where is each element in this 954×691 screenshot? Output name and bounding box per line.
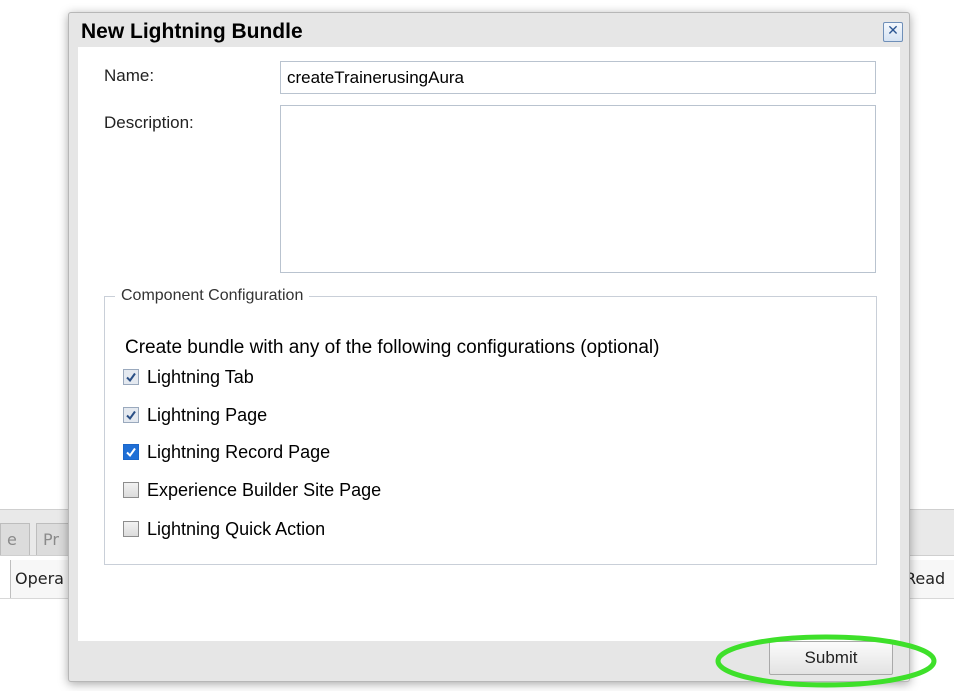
lightning-record-page-checkbox[interactable] bbox=[123, 444, 139, 460]
description-label: Description: bbox=[104, 113, 194, 132]
checkmark-icon bbox=[126, 447, 136, 458]
background-cell-text: Opera bbox=[15, 569, 64, 588]
option-lightning-quick-action[interactable]: Lightning Quick Action bbox=[123, 517, 325, 541]
checkmark-icon bbox=[126, 410, 136, 421]
background-tab-1[interactable]: e bbox=[0, 523, 30, 555]
background-tab-label: Pr bbox=[43, 530, 59, 549]
dialog-footer: Submit bbox=[69, 641, 909, 681]
submit-button[interactable]: Submit bbox=[769, 641, 893, 675]
option-lightning-record-page[interactable]: Lightning Record Page bbox=[123, 440, 330, 464]
lightning-tab-checkbox[interactable] bbox=[123, 369, 139, 385]
option-label: Experience Builder Site Page bbox=[147, 479, 382, 500]
component-configuration-legend: Component Configuration bbox=[121, 287, 304, 304]
close-icon[interactable]: ✕ bbox=[883, 22, 903, 42]
description-textarea[interactable] bbox=[280, 105, 876, 273]
option-label: Lightning Page bbox=[147, 404, 268, 425]
configuration-intro-text: Create bundle with any of the following … bbox=[125, 337, 660, 358]
name-label: Name: bbox=[104, 66, 155, 85]
dialog-title: New Lightning Bundle bbox=[81, 20, 303, 43]
option-experience-builder-site-page[interactable]: Experience Builder Site Page bbox=[123, 478, 381, 502]
lightning-quick-action-checkbox[interactable] bbox=[123, 521, 139, 537]
component-configuration-fieldset: Component Configuration Create bundle wi… bbox=[104, 287, 877, 565]
option-lightning-tab[interactable]: Lightning Tab bbox=[123, 365, 254, 389]
lightning-page-checkbox[interactable] bbox=[123, 407, 139, 423]
option-lightning-page[interactable]: Lightning Page bbox=[123, 403, 267, 427]
checkmark-icon bbox=[126, 372, 136, 383]
dialog-body: Name: Description: Component Configurati… bbox=[78, 47, 900, 641]
background-cell-text: Read bbox=[905, 569, 946, 588]
option-label: Lightning Tab bbox=[147, 366, 254, 387]
option-label: Lightning Record Page bbox=[147, 441, 331, 462]
name-input[interactable] bbox=[280, 61, 876, 94]
background-tab-label: e bbox=[7, 530, 17, 549]
new-lightning-bundle-dialog: New Lightning Bundle ✕ Name: Description… bbox=[68, 12, 910, 682]
experience-builder-site-page-checkbox[interactable] bbox=[123, 482, 139, 498]
option-label: Lightning Quick Action bbox=[147, 518, 326, 539]
